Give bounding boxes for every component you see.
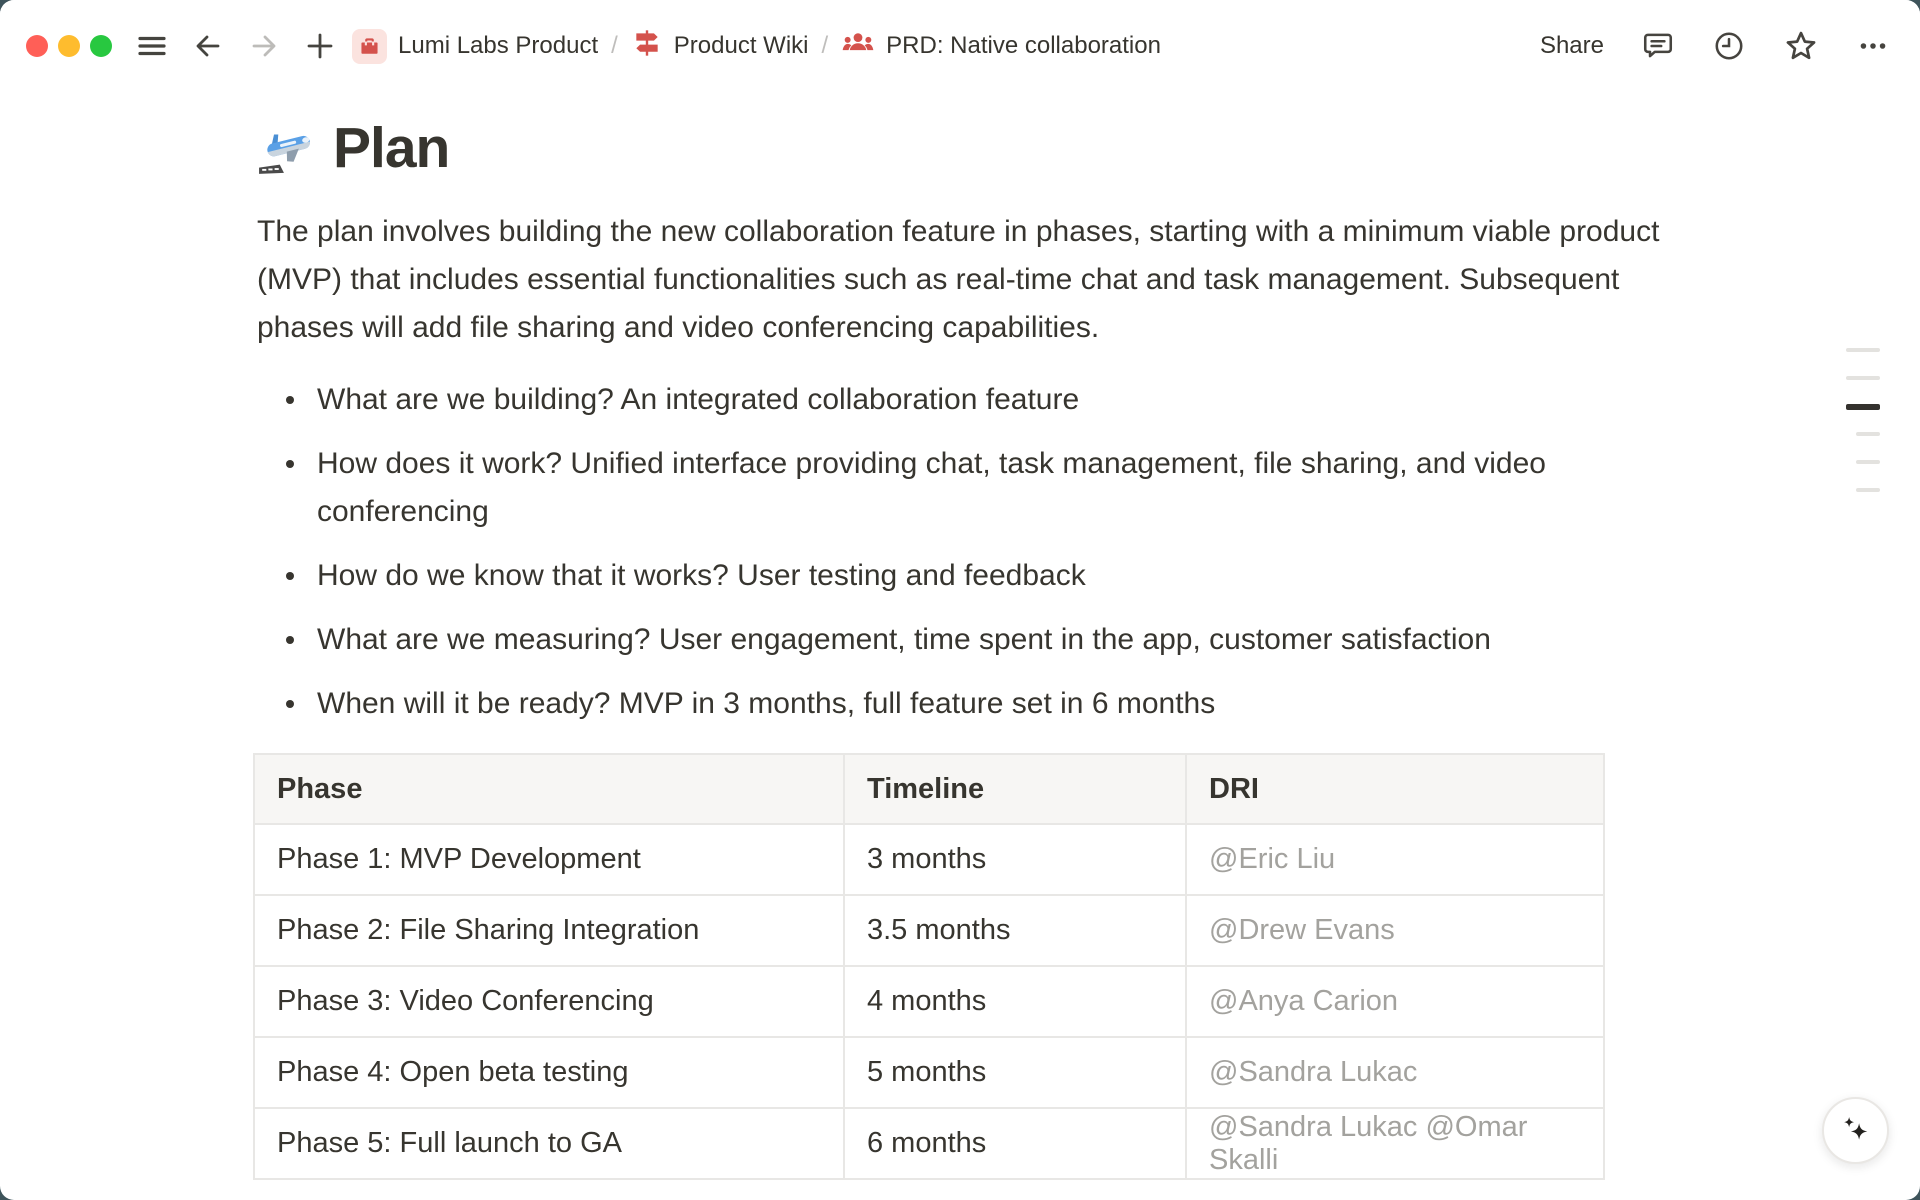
sidebar-menu-icon[interactable] [136,30,168,62]
breadcrumb-item-page[interactable]: PRD: Native collaboration [841,26,1161,67]
page-body: Plan The plan involves building the new … [257,114,1663,1180]
table-row: Phase 5: Full launch to GA 6 months @San… [254,1108,1604,1179]
forward-arrow-icon[interactable] [248,30,280,62]
list-item[interactable]: What are we measuring? User engagement, … [257,608,1663,672]
list-item[interactable]: What are we building? An integrated coll… [257,368,1663,432]
dri-mention[interactable]: @Anya Carion [1186,966,1604,1037]
bullet-text: What are we measuring? User engagement, … [317,616,1491,664]
more-icon[interactable] [1856,29,1890,63]
page-title[interactable]: Plan [333,114,449,182]
airplane-departure-emoji[interactable] [257,119,315,177]
sparkles-icon [1837,1112,1875,1150]
phase-cell[interactable]: Phase 4: Open beta testing [254,1037,844,1108]
outline-bar[interactable] [1856,488,1880,492]
window-controls [26,35,112,57]
timeline-cell[interactable]: 6 months [844,1108,1186,1179]
comment-icon[interactable] [1641,29,1675,63]
phases-table: Phase Timeline DRI Phase 1: MVP Developm… [253,753,1605,1180]
bullet-dot [286,396,294,404]
dri-mention[interactable]: @Sandra Lukac [1186,1037,1604,1108]
breadcrumb-separator: / [808,32,841,60]
outline-indicator [1846,348,1880,516]
bullet-dot [286,460,294,468]
table-row: Phase 3: Video Conferencing 4 months @An… [254,966,1604,1037]
breadcrumb-item-wiki[interactable]: Product Wiki [631,27,809,66]
phase-cell[interactable]: Phase 5: Full launch to GA [254,1108,844,1179]
people-icon [841,26,875,67]
table-row: Phase 1: MVP Development 3 months @Eric … [254,824,1604,895]
phase-cell[interactable]: Phase 1: MVP Development [254,824,844,895]
bullet-dot [286,636,294,644]
dri-mention[interactable]: @Sandra Lukac @Omar Skalli [1186,1108,1604,1179]
bullet-text: What are we building? An integrated coll… [317,376,1079,424]
bullet-dot [286,700,294,708]
column-header-timeline[interactable]: Timeline [844,754,1186,824]
bullet-list: What are we building? An integrated coll… [257,368,1663,736]
table-row: Phase 2: File Sharing Integration 3.5 mo… [254,895,1604,966]
table-header-row: Phase Timeline DRI [254,754,1604,824]
timeline-cell[interactable]: 4 months [844,966,1186,1037]
phase-cell[interactable]: Phase 2: File Sharing Integration [254,895,844,966]
star-icon[interactable] [1783,28,1819,64]
timeline-cell[interactable]: 5 months [844,1037,1186,1108]
list-item[interactable]: How do we know that it works? User testi… [257,544,1663,608]
bullet-text: When will it be ready? MVP in 3 months, … [317,680,1215,728]
breadcrumb-label: PRD: Native collaboration [886,32,1161,60]
outline-bar-active[interactable] [1846,404,1880,410]
breadcrumb-item-teamspace[interactable]: Lumi Labs Product [352,29,598,64]
outline-bar[interactable] [1846,348,1880,352]
breadcrumb-label: Product Wiki [674,32,809,60]
briefcase-icon [352,29,387,64]
outline-bar[interactable] [1856,432,1880,436]
breadcrumb-separator: / [598,32,631,60]
app-window: Lumi Labs Product / Product Wiki / PRD: … [0,0,1920,1200]
bullet-text: How do we know that it works? User testi… [317,552,1086,600]
signpost-icon [631,27,663,66]
close-window-button[interactable] [26,35,48,57]
clock-icon[interactable] [1712,29,1746,63]
timeline-cell[interactable]: 3.5 months [844,895,1186,966]
column-header-phase[interactable]: Phase [254,754,844,824]
phase-cell[interactable]: Phase 3: Video Conferencing [254,966,844,1037]
topbar: Lumi Labs Product / Product Wiki / PRD: … [0,0,1920,92]
page-title-block: Plan [257,114,1663,182]
list-item[interactable]: How does it work? Unified interface prov… [257,432,1663,544]
minimize-window-button[interactable] [58,35,80,57]
breadcrumb: Lumi Labs Product / Product Wiki / PRD: … [352,26,1161,67]
zoom-window-button[interactable] [90,35,112,57]
bullet-text: How does it work? Unified interface prov… [317,440,1663,536]
timeline-cell[interactable]: 3 months [844,824,1186,895]
bullet-dot [286,572,294,580]
table-row: Phase 4: Open beta testing 5 months @San… [254,1037,1604,1108]
outline-bar[interactable] [1846,376,1880,380]
ai-assistant-button[interactable] [1822,1097,1889,1164]
breadcrumb-label: Lumi Labs Product [398,32,598,60]
dri-mention[interactable]: @Eric Liu [1186,824,1604,895]
outline-bar[interactable] [1856,460,1880,464]
column-header-dri[interactable]: DRI [1186,754,1604,824]
dri-mention[interactable]: @Drew Evans [1186,895,1604,966]
back-arrow-icon[interactable] [192,30,224,62]
list-item[interactable]: When will it be ready? MVP in 3 months, … [257,672,1663,736]
new-page-plus-icon[interactable] [304,30,336,62]
intro-paragraph[interactable]: The plan involves building the new colla… [257,208,1663,352]
share-button[interactable]: Share [1540,32,1604,60]
